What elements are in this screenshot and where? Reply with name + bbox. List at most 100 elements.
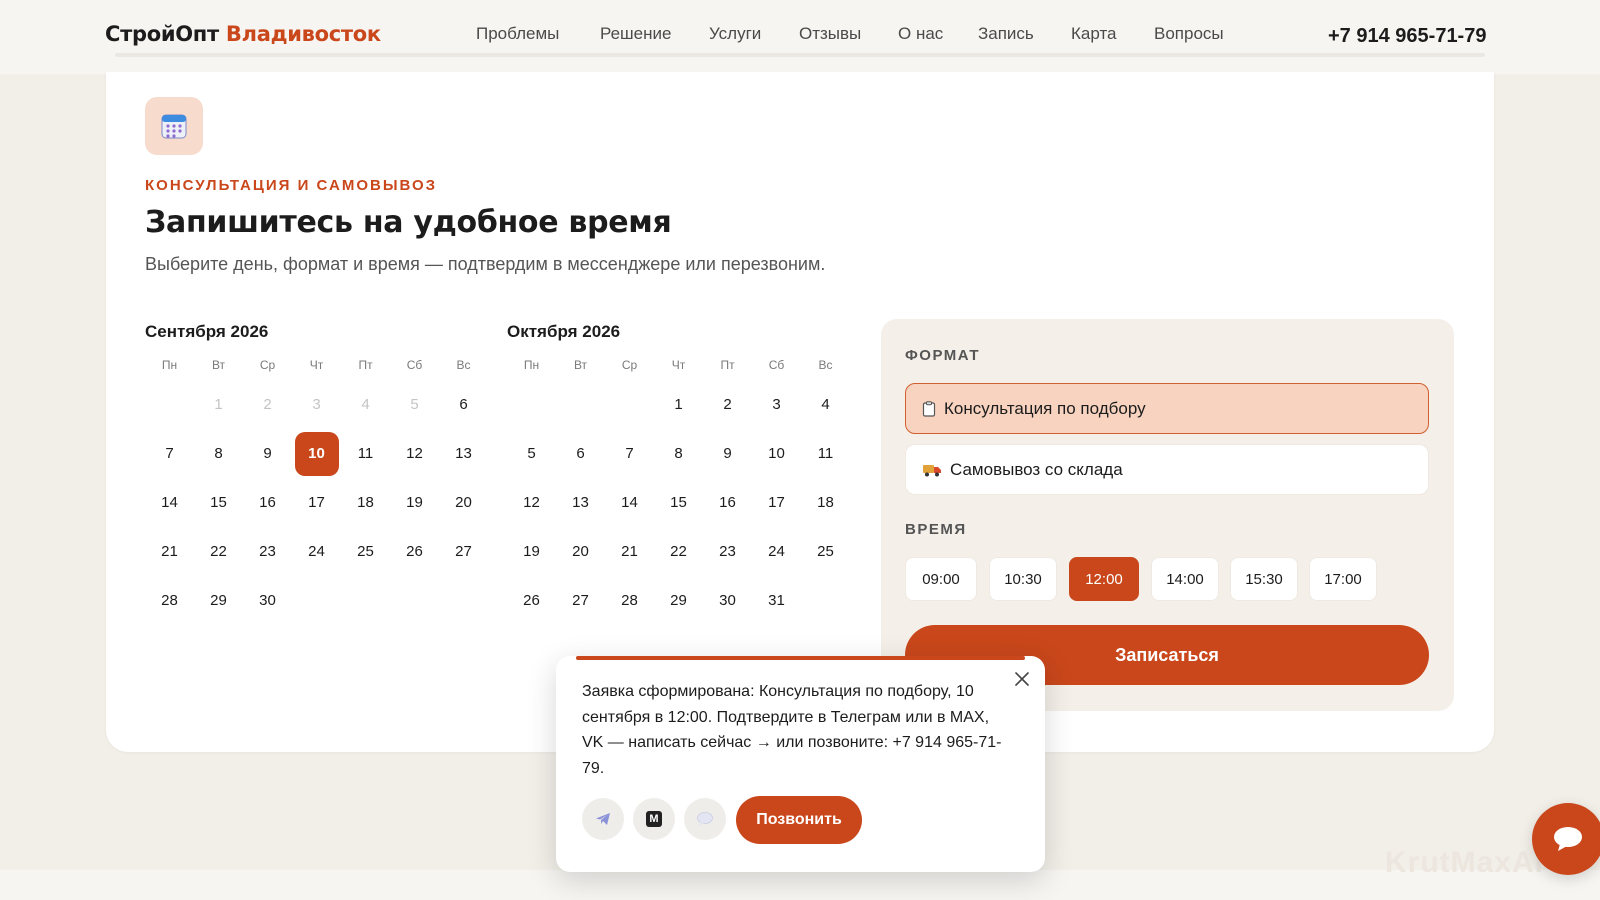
calendar-day[interactable]: 25	[801, 527, 850, 576]
calendar-day[interactable]: 15	[654, 478, 703, 527]
calendar-day-number: 31	[768, 592, 785, 609]
calendar-day-number: 19	[406, 494, 423, 511]
calendar-day-number: 27	[572, 592, 589, 609]
calendar-month-october: Октября 2026 Пн Вт Ср Чт Пт Сб Вс 123456…	[507, 322, 852, 625]
calendar-day[interactable]: 1	[654, 380, 703, 429]
calendar-day[interactable]: 22	[654, 527, 703, 576]
calendar-day[interactable]: 20	[556, 527, 605, 576]
calendar-day[interactable]: 28	[145, 576, 194, 625]
calendar-day[interactable]: 11	[801, 429, 850, 478]
time-slot-button[interactable]: 10:30	[989, 557, 1057, 601]
calendar-day-number: 29	[210, 592, 227, 609]
vk-chat-button[interactable]	[684, 798, 726, 840]
close-icon[interactable]	[1013, 670, 1031, 688]
calendar-day[interactable]: 8	[194, 429, 243, 478]
calendar-day[interactable]: 10	[752, 429, 801, 478]
calendar-day[interactable]: 11	[341, 429, 390, 478]
nav-link-problems[interactable]: Проблемы	[476, 24, 559, 44]
chat-fab-button[interactable]	[1532, 803, 1600, 875]
calendar-day[interactable]: 6	[439, 380, 488, 429]
calendar-day[interactable]: 14	[605, 478, 654, 527]
site-logo[interactable]: СтройОпт Владивосток	[105, 22, 381, 46]
calendar-day[interactable]: 19	[390, 478, 439, 527]
calendar-day[interactable]: 18	[801, 478, 850, 527]
calendar-day[interactable]: 29	[654, 576, 703, 625]
time-slot-button[interactable]: 17:00	[1309, 557, 1377, 601]
telegram-button[interactable]	[582, 798, 624, 840]
calendar-day[interactable]: 4	[801, 380, 850, 429]
time-slot-button[interactable]: 09:00	[905, 557, 977, 601]
format-option-consultation[interactable]: Консультация по подбору	[905, 383, 1429, 434]
calendar-day[interactable]: 13	[556, 478, 605, 527]
calendar-day[interactable]: 25	[341, 527, 390, 576]
calendar-day[interactable]: 12	[507, 478, 556, 527]
nav-link-reviews[interactable]: Отзывы	[799, 24, 861, 44]
calendar-day[interactable]: 9	[703, 429, 752, 478]
chat-bubble-icon	[1554, 827, 1582, 851]
nav-link-about[interactable]: О нас	[898, 24, 943, 44]
weekday-label: Пт	[720, 358, 735, 372]
calendar-day[interactable]: 30	[703, 576, 752, 625]
calendar-day-selected[interactable]: 10	[292, 429, 341, 478]
nav-link-booking[interactable]: Запись	[978, 24, 1034, 44]
calendar-day: 2	[243, 380, 292, 429]
calendar-day[interactable]: 31	[752, 576, 801, 625]
nav-link-services[interactable]: Услуги	[709, 24, 761, 44]
calendar-day-number: 7	[625, 445, 634, 462]
calendar-day-number: 1	[214, 396, 223, 413]
calendar-day[interactable]: 7	[605, 429, 654, 478]
calendar-day: 1	[194, 380, 243, 429]
time-slot-button[interactable]: 14:00	[1151, 557, 1219, 601]
calendar-day[interactable]: 19	[507, 527, 556, 576]
calendar-day[interactable]: 30	[243, 576, 292, 625]
calendar-day-number: 11	[817, 445, 834, 462]
calendar-day[interactable]: 2	[703, 380, 752, 429]
calendar-day[interactable]: 6	[556, 429, 605, 478]
time-slot-button[interactable]: 15:30	[1230, 557, 1298, 601]
calendar-day[interactable]: 28	[605, 576, 654, 625]
calendar-day[interactable]: 24	[292, 527, 341, 576]
nav-link-solution[interactable]: Решение	[600, 24, 671, 44]
calendar-day-number: 5	[527, 445, 536, 462]
calendar-day[interactable]: 18	[341, 478, 390, 527]
calendar-day[interactable]: 22	[194, 527, 243, 576]
calendar-day[interactable]: 16	[703, 478, 752, 527]
nav-link-faq[interactable]: Вопросы	[1154, 24, 1224, 44]
calendar-day[interactable]: 23	[243, 527, 292, 576]
calendar-day[interactable]: 27	[556, 576, 605, 625]
calendar-day[interactable]: 15	[194, 478, 243, 527]
calendar-day[interactable]: 21	[605, 527, 654, 576]
calendar-day[interactable]: 21	[145, 527, 194, 576]
calendar-day[interactable]: 26	[507, 576, 556, 625]
calendar-day[interactable]: 12	[390, 429, 439, 478]
confirmation-toast: Заявка сформирована: Консультация по под…	[556, 656, 1045, 872]
calendar-day[interactable]: 5	[507, 429, 556, 478]
max-button[interactable]: M	[633, 798, 675, 840]
calendar-day-number: 1	[674, 396, 683, 413]
calendar-day-number: 25	[357, 543, 374, 560]
calendar-day[interactable]: 20	[439, 478, 488, 527]
calendar-day[interactable]: 3	[752, 380, 801, 429]
calendar-day-number: 15	[670, 494, 687, 511]
calendar-day[interactable]: 8	[654, 429, 703, 478]
calendar-day[interactable]: 23	[703, 527, 752, 576]
weekday-label: Пт	[358, 358, 373, 372]
calendar-day[interactable]: 13	[439, 429, 488, 478]
calendar-day[interactable]: 9	[243, 429, 292, 478]
format-option-pickup[interactable]: Самовывоз со склада	[905, 444, 1429, 495]
nav-link-map[interactable]: Карта	[1071, 24, 1117, 44]
calendar-day[interactable]: 7	[145, 429, 194, 478]
calendar-day-number: 6	[459, 396, 468, 413]
header-phone[interactable]: +7 914 965-71-79	[1328, 25, 1486, 48]
call-button[interactable]: Позвонить	[736, 796, 862, 844]
calendar-day[interactable]: 27	[439, 527, 488, 576]
max-icon: M	[646, 811, 662, 827]
calendar-day[interactable]: 16	[243, 478, 292, 527]
calendar-day[interactable]: 17	[292, 478, 341, 527]
calendar-day[interactable]: 14	[145, 478, 194, 527]
calendar-day[interactable]: 17	[752, 478, 801, 527]
calendar-day[interactable]: 24	[752, 527, 801, 576]
time-slot-button-selected[interactable]: 12:00	[1069, 557, 1139, 601]
calendar-day[interactable]: 26	[390, 527, 439, 576]
calendar-day[interactable]: 29	[194, 576, 243, 625]
